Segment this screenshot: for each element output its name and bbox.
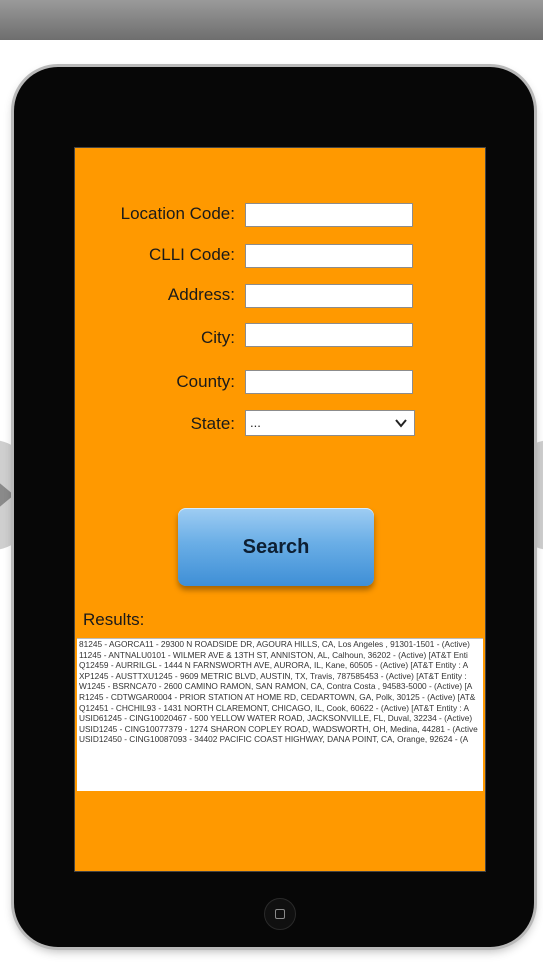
- address-input[interactable]: [245, 284, 413, 308]
- list-item[interactable]: Q12451 - CHCHIL93 - 1431 NORTH CLAREMONT…: [77, 703, 483, 714]
- county-label: County:: [176, 372, 235, 391]
- search-button[interactable]: Search: [178, 508, 374, 586]
- list-item[interactable]: USID61245 - CING10020467 - 500 YELLOW WA…: [77, 713, 483, 724]
- county-input[interactable]: [245, 370, 413, 394]
- chevron-down-icon: [395, 419, 407, 428]
- tablet-screen: Location Code: CLLI Code: Address: City:…: [74, 147, 486, 872]
- home-button[interactable]: [264, 898, 296, 930]
- location-code-label: Location Code:: [120, 204, 235, 223]
- clli-code-input[interactable]: [245, 244, 413, 268]
- top-bar: [0, 0, 543, 40]
- list-item[interactable]: W1245 - BSRNCA70 - 2600 CAMINO RAMON, SA…: [77, 681, 483, 692]
- city-label: City:: [201, 328, 235, 347]
- list-item[interactable]: XP1245 - AUSTTXU1245 - 9609 METRIC BLVD,…: [77, 671, 483, 682]
- state-label: State:: [190, 414, 235, 433]
- results-label: Results:: [83, 610, 145, 629]
- location-code-input[interactable]: [245, 203, 413, 227]
- list-item[interactable]: R1245 - CDTWGAR0004 - PRIOR STATION AT H…: [77, 692, 483, 703]
- list-item[interactable]: USID1245 - CING10077379 - 1274 SHARON CO…: [77, 724, 483, 735]
- results-list[interactable]: 81245 - AGORCA11 - 29300 N ROADSIDE DR, …: [77, 638, 483, 791]
- list-item[interactable]: Q12459 - AURRILGL - 1444 N FARNSWORTH AV…: [77, 660, 483, 671]
- list-item[interactable]: 81245 - AGORCA11 - 29300 N ROADSIDE DR, …: [77, 639, 483, 650]
- list-item[interactable]: USID12450 - CING10087093 - 34402 PACIFIC…: [77, 734, 483, 745]
- state-select[interactable]: ...: [245, 410, 415, 436]
- state-selected-value: ...: [250, 415, 261, 430]
- address-label: Address:: [167, 285, 235, 304]
- list-item[interactable]: 11245 - ANTNALU0101 - WILMER AVE & 13TH …: [77, 650, 483, 661]
- city-input[interactable]: [245, 323, 413, 347]
- clli-code-label: CLLI Code:: [149, 245, 235, 264]
